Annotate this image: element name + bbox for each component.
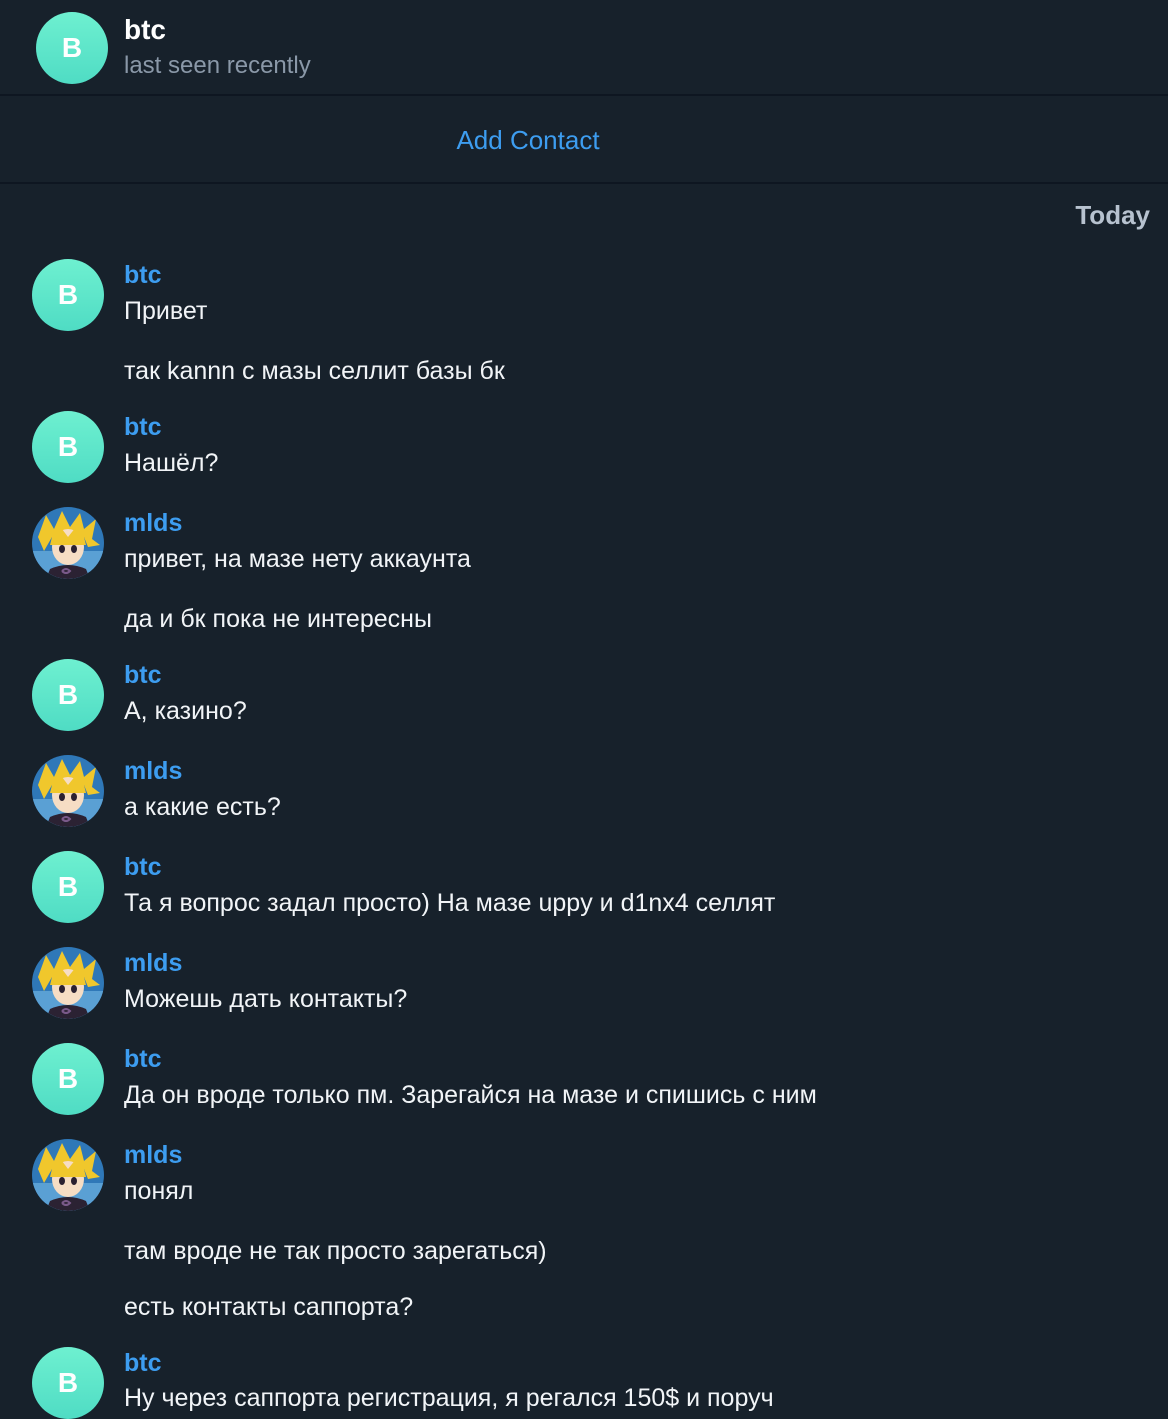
message-text: там вроде не так просто зарегаться)	[124, 1237, 547, 1265]
sender-name[interactable]: mlds	[124, 757, 182, 786]
anime-avatar-icon[interactable]	[32, 755, 104, 827]
message-text: Да он вроде только пм. Зарегайся на мазе…	[124, 1081, 817, 1109]
contact-avatar[interactable]: B	[36, 12, 108, 84]
anime-avatar-icon[interactable]	[32, 507, 104, 579]
message-text: Привет	[124, 297, 208, 325]
sender-name[interactable]: mlds	[124, 949, 182, 978]
sender-avatar-btc[interactable]: B	[32, 851, 104, 923]
sender-name[interactable]: btc	[124, 661, 162, 690]
anime-avatar-icon[interactable]	[32, 947, 104, 1019]
anime-avatar-icon[interactable]	[32, 1139, 104, 1211]
sender-name[interactable]: btc	[124, 1349, 162, 1378]
message-text: а какие есть?	[124, 793, 281, 821]
message-text: Та я вопрос задал просто) На мазе uppy и…	[124, 889, 776, 917]
message-text: привет, на мазе нету аккаунта	[124, 545, 471, 573]
sender-avatar-btc[interactable]: B	[32, 1043, 104, 1115]
message-text: Ну через саппорта регистрация, я регался…	[124, 1384, 774, 1412]
sender-name[interactable]: btc	[124, 853, 162, 882]
sender-avatar-btc[interactable]: B	[32, 1347, 104, 1419]
sender-avatar-btc[interactable]: B	[32, 411, 104, 483]
chat-title[interactable]: btc	[124, 14, 166, 46]
message-text: есть контакты саппорта?	[124, 1293, 414, 1321]
chat-status: last seen recently	[124, 52, 311, 79]
sender-name[interactable]: btc	[124, 261, 162, 290]
message-text: А, казино?	[124, 697, 247, 725]
date-separator: Today	[1075, 200, 1150, 230]
sender-name[interactable]: btc	[124, 1045, 162, 1074]
sender-avatar-btc[interactable]: B	[32, 659, 104, 731]
message-text: понял	[124, 1177, 194, 1205]
sender-name[interactable]: mlds	[124, 509, 182, 538]
chat-header: B btc last seen recently	[0, 0, 1168, 96]
message-text: так kannn с мазы селлит базы бк	[124, 357, 505, 385]
message-text: Нашёл?	[124, 449, 219, 477]
message-text: да и бк пока не интересны	[124, 605, 432, 633]
sender-name[interactable]: mlds	[124, 1141, 182, 1170]
sender-avatar-btc[interactable]: B	[32, 259, 104, 331]
sender-name[interactable]: btc	[124, 413, 162, 442]
message-text: Можешь дать контакты?	[124, 985, 408, 1013]
action-bar: Add Contact	[0, 98, 1168, 184]
add-contact-button[interactable]: Add Contact	[456, 125, 599, 156]
